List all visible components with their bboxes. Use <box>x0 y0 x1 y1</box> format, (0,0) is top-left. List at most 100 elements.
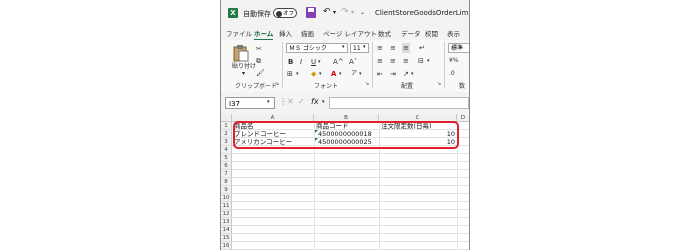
file-name: ClientStoreGoodsOrderLimitExp <box>375 9 469 17</box>
row-gridline <box>232 169 469 170</box>
clipboard-launcher-icon[interactable]: ↘ <box>275 81 279 87</box>
font-name-select[interactable]: ＭＳ ゴシック <box>286 43 348 53</box>
redo-dropdown-icon[interactable]: ▾ <box>351 9 354 16</box>
row-header[interactable]: 4 <box>221 146 232 154</box>
align-bottom-icon[interactable]: ≡ <box>402 43 410 53</box>
orientation-icon[interactable]: ↗ <box>403 69 409 79</box>
decrease-font-size-button[interactable]: Aˇ <box>349 57 357 67</box>
merge-cells-icon[interactable]: ⊟ <box>418 56 424 66</box>
row-header[interactable]: 2 <box>221 130 232 138</box>
increase-font-size-button[interactable]: A^ <box>333 57 344 67</box>
decimal-places-icon[interactable]: .0 <box>449 69 455 79</box>
borders-icon[interactable]: ⊞ <box>287 69 293 79</box>
italic-button[interactable]: I <box>300 57 302 67</box>
accounting-format-icon[interactable]: ¥% <box>449 56 459 66</box>
number-format-select[interactable]: 標準 <box>448 43 469 53</box>
ribbon: 貼り付け ▾ ✂ ⧉ 🖌 クリップボード ↘ ＭＳ ゴシック ▾ 11 ▾ B … <box>221 40 469 93</box>
row-header[interactable]: 11 <box>221 202 232 210</box>
redo-icon[interactable]: ↷ <box>341 7 349 17</box>
phonetic-dropdown-icon[interactable]: ▾ <box>359 69 362 79</box>
decrease-indent-icon[interactable]: ⇤ <box>377 69 383 79</box>
formula-input[interactable] <box>329 97 469 109</box>
row-header[interactable]: 5 <box>221 154 232 162</box>
toggle-knob-icon <box>276 11 282 17</box>
tab-view[interactable]: 表示 <box>447 28 460 38</box>
name-box-dropdown-icon[interactable]: ▾ <box>267 99 270 105</box>
align-right-icon[interactable]: ≡ <box>403 56 409 66</box>
fill-color-dropdown-icon[interactable]: ▾ <box>319 69 322 79</box>
row-header[interactable]: 3 <box>221 138 232 146</box>
align-middle-icon[interactable]: ≡ <box>390 43 396 53</box>
row-header[interactable]: 1 <box>221 122 232 130</box>
tab-file[interactable]: ファイル <box>226 28 252 38</box>
excel-window: X 自動保存 オフ ↶ ▾ ↷ ▾ ⌄ ClientStoreGoodsOrde… <box>220 0 470 250</box>
font-color-icon[interactable]: A <box>331 69 336 79</box>
borders-dropdown-icon[interactable]: ▾ <box>296 69 299 79</box>
tab-formulas[interactable]: 数式 <box>378 28 391 38</box>
select-all-corner[interactable] <box>221 114 232 122</box>
row-header[interactable]: 10 <box>221 194 232 202</box>
fill-color-icon[interactable]: ◆ <box>311 69 316 79</box>
row-gridline <box>232 241 469 242</box>
orientation-dropdown-icon[interactable]: ▾ <box>411 69 414 79</box>
align-left-icon[interactable]: ≡ <box>377 56 383 66</box>
merge-dropdown-icon[interactable]: ▾ <box>427 56 430 66</box>
enter-icon[interactable]: ✓ <box>298 97 305 106</box>
number-group-label: 数 <box>459 83 466 90</box>
undo-icon[interactable]: ↶ <box>323 7 331 17</box>
font-size-dropdown-icon[interactable]: ▾ <box>363 44 366 50</box>
save-icon[interactable] <box>306 7 316 18</box>
cut-icon[interactable]: ✂ <box>256 44 262 54</box>
autosave-toggle[interactable]: オフ <box>273 8 297 18</box>
alignment-launcher-icon[interactable]: ↘ <box>437 81 441 87</box>
paste-icon[interactable] <box>233 44 249 62</box>
excel-logo-icon: X <box>228 8 238 18</box>
insert-function-icon[interactable]: fx <box>311 97 319 106</box>
align-center-icon[interactable]: ≡ <box>390 56 396 66</box>
font-size-select[interactable]: 11 <box>350 43 369 53</box>
row-gridline <box>232 161 469 162</box>
increase-indent-icon[interactable]: ⇥ <box>390 69 396 79</box>
column-header-d[interactable]: D <box>457 114 469 122</box>
tab-review[interactable]: 校閲 <box>425 28 438 38</box>
row-header[interactable]: 16 <box>221 242 232 250</box>
row-header[interactable]: 15 <box>221 234 232 242</box>
customize-toolbar-icon[interactable]: ⌄ <box>360 9 365 16</box>
font-name-dropdown-icon[interactable]: ▾ <box>342 44 345 50</box>
wrap-text-icon[interactable]: ↵ <box>419 43 425 53</box>
row-header[interactable]: 9 <box>221 186 232 194</box>
font-color-dropdown-icon[interactable]: ▾ <box>339 69 342 79</box>
alignment-group-label: 配置 <box>401 83 414 90</box>
bold-button[interactable]: B <box>288 57 293 67</box>
paste-dropdown-icon[interactable]: ▾ <box>242 70 245 77</box>
tab-draw[interactable]: 描画 <box>301 28 314 38</box>
more-options-icon[interactable]: ⋮ <box>279 97 287 106</box>
tab-data[interactable]: データ <box>401 28 421 38</box>
undo-dropdown-icon[interactable]: ▾ <box>333 9 336 16</box>
underline-button[interactable]: U <box>311 57 316 67</box>
row-header[interactable]: 8 <box>221 178 232 186</box>
row-header[interactable]: 12 <box>221 210 232 218</box>
row-header[interactable]: 13 <box>221 218 232 226</box>
copy-icon[interactable]: ⧉ <box>256 56 261 66</box>
tab-home[interactable]: ホーム <box>254 28 274 41</box>
font-launcher-icon[interactable]: ↘ <box>365 81 369 87</box>
align-top-icon[interactable]: ≡ <box>377 43 383 53</box>
row-header[interactable]: 7 <box>221 170 232 178</box>
underline-dropdown-icon[interactable]: ▾ <box>318 57 321 67</box>
format-painter-icon[interactable]: 🖌 <box>256 68 265 78</box>
phonetic-guide-icon[interactable]: ア <box>351 69 357 79</box>
row-header[interactable]: 14 <box>221 226 232 234</box>
autosave-state: オフ <box>282 11 294 17</box>
tab-page-layout[interactable]: ページ レイアウト <box>323 28 377 38</box>
formula-bar: I37 ▾ ⋮ ✕ ✓ fx ▾ <box>221 92 469 115</box>
row-header[interactable]: 6 <box>221 162 232 170</box>
row-gridline <box>232 185 469 186</box>
cancel-icon[interactable]: ✕ <box>287 97 294 106</box>
row-gridline <box>232 177 469 178</box>
fx-dropdown-icon[interactable]: ▾ <box>322 99 325 105</box>
font-group-label: フォント <box>314 83 339 90</box>
tab-insert[interactable]: 挿入 <box>279 28 292 38</box>
row-gridline <box>232 193 469 194</box>
divider <box>282 42 283 88</box>
